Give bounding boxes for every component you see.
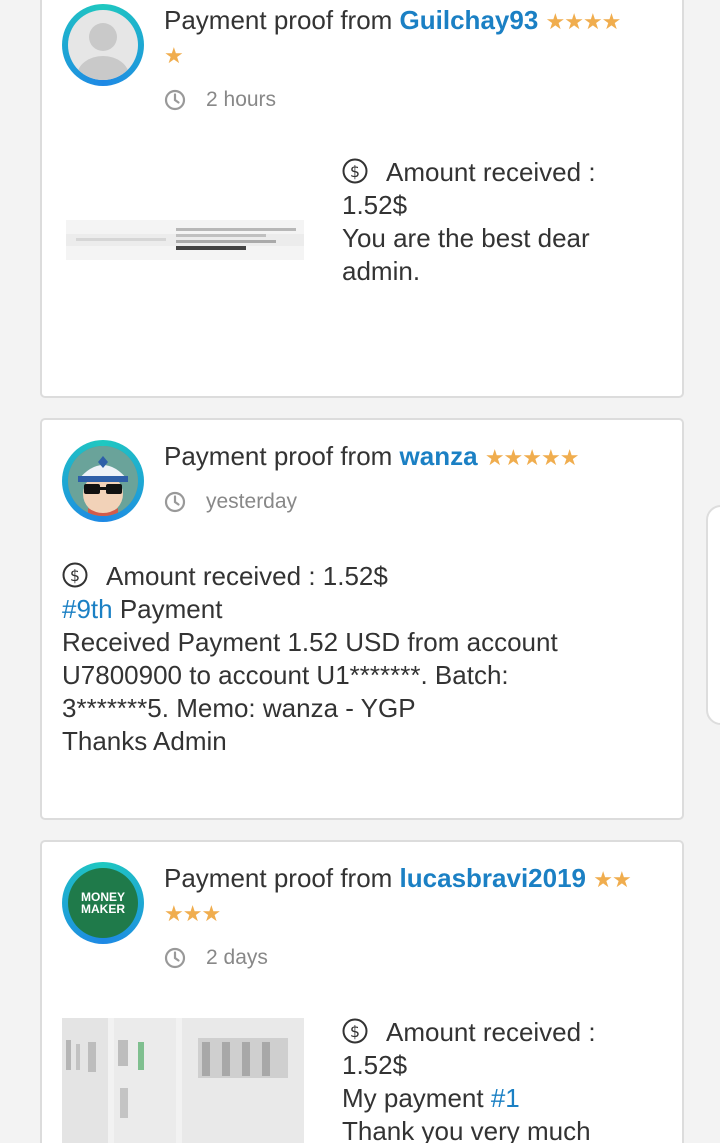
post-body: $ Amount received : 1.52$ #9th Payment R… bbox=[62, 560, 662, 758]
amount-label: Amount received : 1.52$ bbox=[106, 561, 388, 591]
default-user-avatar bbox=[68, 10, 138, 80]
clock-icon bbox=[164, 947, 186, 969]
post-title: Payment proof from Guilchay93 ★★★★ ★ bbox=[164, 4, 662, 72]
post-time: 2 days bbox=[164, 946, 662, 970]
rating-stars: ★★★★ bbox=[545, 9, 622, 34]
post-body: $ Amount received : 1.52$ My payment #1 … bbox=[342, 1016, 652, 1143]
payment-proof-card: Payment proof from wanza ★★★★★ yesterday… bbox=[40, 418, 684, 820]
scroll-to-top-tab[interactable] bbox=[706, 505, 720, 725]
dollar-icon: $ bbox=[62, 562, 88, 588]
time-label: 2 hours bbox=[206, 88, 277, 111]
dollar-icon: $ bbox=[342, 1018, 368, 1044]
svg-text:$: $ bbox=[350, 162, 360, 181]
payment-number-row: #9th Payment bbox=[62, 593, 662, 626]
post-title: Payment proof from lucasbravi2019 ★★ ★★★ bbox=[164, 862, 662, 930]
cartoon-face-icon bbox=[68, 446, 138, 516]
amount-value: 1.52$ bbox=[342, 1050, 408, 1080]
user-silhouette-icon bbox=[77, 23, 129, 80]
amount-label: Amount received : bbox=[386, 1017, 596, 1047]
payment-number-link[interactable]: #9th bbox=[62, 594, 113, 624]
cartoon-character-avatar bbox=[68, 446, 138, 516]
post-time: yesterday bbox=[164, 490, 662, 514]
rating-stars: ★★ bbox=[593, 867, 631, 892]
title-prefix: Payment proof from bbox=[164, 5, 393, 35]
message-prefix: My payment bbox=[342, 1083, 484, 1113]
detail-line: U7800900 to account U1*******. Batch: bbox=[62, 660, 509, 690]
rating-stars: ★★★★★ bbox=[484, 445, 580, 470]
username-link[interactable]: Guilchay93 bbox=[400, 5, 539, 35]
post-time: 2 hours bbox=[164, 88, 662, 112]
amount-label: Amount received : bbox=[386, 157, 596, 187]
message-line: You are the best dear bbox=[342, 223, 590, 253]
username-link[interactable]: wanza bbox=[400, 441, 478, 471]
title-prefix: Payment proof from bbox=[164, 441, 393, 471]
message-line: Thank you very much bbox=[342, 1116, 591, 1143]
rating-stars: ★ bbox=[164, 43, 184, 68]
detail-line: Received Payment 1.52 USD from account bbox=[62, 627, 558, 657]
time-label: yesterday bbox=[206, 490, 298, 513]
clock-icon bbox=[164, 89, 186, 111]
dollar-icon: $ bbox=[342, 158, 368, 184]
amount-row: $ Amount received : bbox=[342, 1016, 652, 1049]
message-line: My payment #1 bbox=[342, 1082, 652, 1115]
payment-word: Payment bbox=[119, 594, 223, 624]
title-prefix: Payment proof from bbox=[164, 863, 393, 893]
proof-screenshot-thumbnail[interactable] bbox=[66, 220, 304, 260]
message-line: admin. bbox=[342, 256, 421, 286]
svg-text:$: $ bbox=[350, 1022, 360, 1041]
svg-text:$: $ bbox=[70, 566, 80, 585]
clock-icon bbox=[164, 491, 186, 513]
post-title: Payment proof from wanza ★★★★★ bbox=[164, 440, 662, 474]
post-body: $ Amount received : 1.52$ You are the be… bbox=[342, 156, 642, 288]
payment-proof-feed: Payment proof from Guilchay93 ★★★★ ★ 2 h… bbox=[0, 0, 720, 1143]
payment-proof-card: MONEY MAKER Payment proof from lucasbrav… bbox=[40, 840, 684, 1143]
avatar[interactable] bbox=[62, 4, 144, 86]
detail-line: 3*******5. Memo: wanza - YGP bbox=[62, 693, 416, 723]
proof-screenshot-thumbnail[interactable] bbox=[62, 1018, 304, 1143]
rating-stars: ★★★ bbox=[164, 901, 221, 926]
proof-image bbox=[66, 228, 304, 250]
logo-text: MAKER bbox=[81, 902, 125, 916]
post-header: Payment proof from lucasbravi2019 ★★ ★★★… bbox=[164, 862, 662, 970]
amount-value: 1.52$ bbox=[342, 190, 408, 220]
payment-number-link[interactable]: #1 bbox=[491, 1083, 520, 1113]
time-label: 2 days bbox=[206, 946, 268, 969]
avatar[interactable] bbox=[62, 440, 144, 522]
post-header: Payment proof from Guilchay93 ★★★★ ★ 2 h… bbox=[164, 4, 662, 112]
payment-proof-card: Payment proof from Guilchay93 ★★★★ ★ 2 h… bbox=[40, 0, 684, 398]
amount-row: $ Amount received : bbox=[342, 156, 642, 189]
avatar[interactable]: MONEY MAKER bbox=[62, 862, 144, 944]
amount-row: $ Amount received : 1.52$ bbox=[62, 560, 662, 593]
money-maker-logo: MONEY MAKER bbox=[68, 868, 138, 938]
proof-image bbox=[62, 1018, 304, 1143]
username-link[interactable]: lucasbravi2019 bbox=[400, 863, 586, 893]
post-header: Payment proof from wanza ★★★★★ yesterday bbox=[164, 440, 662, 514]
detail-line: Thanks Admin bbox=[62, 726, 227, 756]
